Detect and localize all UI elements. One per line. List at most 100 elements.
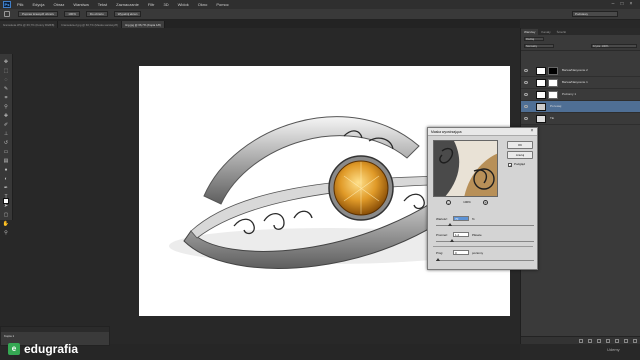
hand-tool-icon[interactable]: ✋ (3, 221, 10, 228)
visibility-eye-icon[interactable] (524, 105, 528, 108)
mini-panel-row[interactable]: Kopia 1 (4, 334, 14, 338)
dialog-title: Maska wyostrzająca (428, 128, 537, 136)
layer-mask-thumbnail[interactable] (548, 67, 558, 75)
menu-item-type[interactable]: Tekst (98, 2, 107, 7)
tab-channels[interactable]: Kanały (538, 29, 553, 35)
layer-row[interactable]: Barwa/Nasycenie 2 (521, 65, 640, 77)
path-select-tool-icon[interactable]: ➤ (3, 203, 10, 210)
tab-paths[interactable]: Ścieżki (554, 29, 570, 35)
eyedropper-tool-icon[interactable]: ⚲ (3, 104, 10, 111)
zoom-level: 100% (463, 200, 471, 204)
zoom-out-icon[interactable]: - (446, 199, 451, 205)
amount-slider-handle[interactable] (448, 223, 452, 226)
minimize-icon[interactable]: – (610, 1, 616, 7)
crop-tool-icon[interactable]: ⌗ (3, 95, 10, 102)
amount-row: Wartość: 70 % (436, 216, 475, 221)
menu-item-layer[interactable]: Warstwa (73, 2, 88, 7)
layer-row[interactable]: Tło (521, 113, 640, 125)
threshold-unit: poziomy (472, 250, 484, 255)
menu-item-filter[interactable]: Filtr (148, 2, 155, 7)
actual-pixels-button[interactable]: 100% (64, 11, 80, 17)
amount-slider[interactable] (436, 223, 534, 226)
tab-document-3[interactable]: ring.jpg @ 66,7% (Kopia 1/8) (121, 21, 165, 28)
visibility-eye-icon[interactable] (524, 69, 528, 72)
foreground-color-swatch[interactable] (3, 198, 9, 204)
zoom-tool-icon[interactable] (4, 11, 10, 17)
toolbox: ✥ ⬚ ◌ ✎ ⌗ ⚲ ✚ ✐ ⊥ ↺ ▭ ▤ ● ◐ ✒ T ➤ ▢ ✋ ⚲ (0, 54, 13, 236)
add-mask-icon[interactable] (597, 338, 601, 343)
tab-layers[interactable]: Warstwy (521, 29, 539, 35)
layer-row[interactable]: Barwa/Nasycenie 1 (521, 77, 640, 89)
threshold-input[interactable]: 0 (453, 250, 469, 255)
zoom-in-icon[interactable]: + (483, 199, 488, 205)
menu-item-edit[interactable]: Edycja (32, 2, 44, 7)
new-layer-icon[interactable] (624, 338, 628, 343)
zoom-icon[interactable]: ⚲ (3, 230, 10, 237)
layer-kind-filter[interactable]: Rodzaj (524, 37, 544, 41)
layer-mask-thumbnail[interactable] (548, 91, 558, 99)
move-tool-icon[interactable]: ✥ (3, 59, 10, 66)
layer-mask-thumbnail[interactable] (548, 79, 558, 87)
lasso-tool-icon[interactable]: ◌ (3, 77, 10, 84)
healing-tool-icon[interactable]: ✚ (3, 113, 10, 120)
radius-input[interactable]: 1,2 (453, 232, 469, 237)
menu-item-window[interactable]: Okno (198, 2, 208, 7)
threshold-slider[interactable] (436, 258, 534, 261)
refine-edge-button[interactable]: Popraw krawędź obrazu (18, 11, 59, 17)
radius-label: Promień: (436, 232, 449, 237)
eraser-tool-icon[interactable]: ▭ (3, 149, 10, 156)
quick-select-tool-icon[interactable]: ✎ (3, 86, 10, 93)
stamp-tool-icon[interactable]: ⊥ (3, 131, 10, 138)
preview-checkbox-label: Podgląd (514, 162, 526, 166)
blur-tool-icon[interactable]: ● (3, 167, 10, 174)
menu-item-3d[interactable]: 3D (164, 2, 169, 7)
visibility-eye-icon[interactable] (524, 93, 528, 96)
document-tabs: bransoleta.JPG @ 66,7% (Kolory RGB/8) br… (0, 20, 520, 28)
layer-name: Barwa/Nasycenie 2 (562, 68, 588, 72)
tab-document-2[interactable]: bransoleta-2.jpg @ 66,7% (Maska warstwy/… (58, 21, 122, 28)
opacity-field[interactable]: Krycie: 100% (591, 44, 637, 48)
visibility-eye-icon[interactable] (524, 117, 528, 120)
dodge-tool-icon[interactable]: ◐ (3, 176, 10, 183)
threshold-slider-handle[interactable] (436, 258, 440, 261)
layer-row[interactable]: Poziomy 1 (521, 89, 640, 101)
delete-layer-icon[interactable] (633, 338, 637, 343)
layers-panel-footer (521, 336, 640, 344)
new-group-icon[interactable] (615, 338, 619, 343)
pen-tool-icon[interactable]: ✒ (3, 185, 10, 192)
close-icon[interactable]: × (628, 1, 634, 7)
menu-item-help[interactable]: Pomoc (216, 2, 228, 7)
link-layers-icon[interactable] (579, 338, 583, 343)
fill-screen-button[interactable]: Wypełnij ekran (113, 11, 142, 17)
blend-mode-select[interactable]: Normalny (524, 44, 554, 48)
layer-thumbnail (536, 103, 546, 111)
menu-item-select[interactable]: Zaznaczanie (116, 2, 139, 7)
layer-thumbnail (536, 115, 546, 123)
layer-row-selected[interactable]: Po lewej (521, 101, 640, 113)
history-brush-icon[interactable]: ↺ (3, 140, 10, 147)
dialog-close-icon[interactable]: × (529, 129, 535, 135)
filter-preview[interactable] (433, 140, 498, 197)
new-adjustment-icon[interactable] (606, 338, 610, 343)
radius-slider[interactable] (436, 239, 534, 242)
maximize-icon[interactable]: □ (619, 1, 625, 7)
gradient-tool-icon[interactable]: ▤ (3, 158, 10, 165)
add-style-icon[interactable] (588, 338, 592, 343)
menu-item-file[interactable]: Plik (17, 2, 23, 7)
menu-item-image[interactable]: Obraz (53, 2, 64, 7)
menu-bar: Ps Plik Edycja Obraz Warstwa Tekst Zazna… (0, 0, 640, 9)
fit-screen-button[interactable]: Do obrazu (85, 11, 108, 17)
marquee-tool-icon[interactable]: ⬚ (3, 68, 10, 75)
amount-input[interactable]: 70 (453, 216, 469, 221)
brush-tool-icon[interactable]: ✐ (3, 122, 10, 129)
status-bar (14, 344, 520, 360)
radius-slider-handle[interactable] (450, 239, 454, 242)
preview-checkbox[interactable]: ✓ (508, 163, 512, 168)
ok-button[interactable]: OK (507, 141, 533, 149)
workspace-select[interactable]: Podstawy (572, 11, 618, 17)
menu-item-view[interactable]: Widok (178, 2, 189, 7)
tab-document-1[interactable]: bransoleta.JPG @ 66,7% (Kolory RGB/8) (0, 21, 59, 28)
visibility-eye-icon[interactable] (524, 81, 528, 84)
shape-tool-icon[interactable]: ▢ (3, 212, 10, 219)
cancel-button[interactable]: Anuluj (507, 151, 533, 159)
